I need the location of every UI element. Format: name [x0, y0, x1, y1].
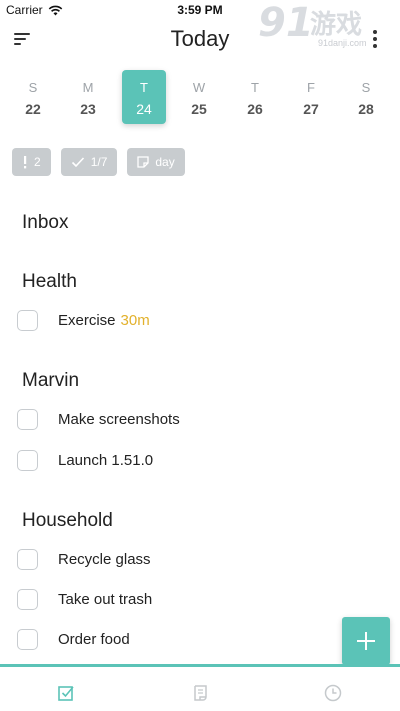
- day-letter: S: [361, 80, 371, 95]
- task-label: Order food: [58, 630, 130, 648]
- day-letter: T: [140, 80, 148, 95]
- header: Today: [0, 22, 400, 58]
- tab-bar: [0, 664, 400, 711]
- day-monday[interactable]: M 23: [66, 70, 110, 124]
- task-row[interactable]: Exercise 30m: [17, 309, 357, 331]
- task-label: Take out trash: [58, 590, 153, 608]
- clock-tab-icon: [324, 684, 342, 702]
- day-letter: M: [82, 80, 94, 95]
- day-letter: F: [307, 80, 315, 95]
- chip-label: 1/7: [90, 155, 108, 169]
- task-row[interactable]: Launch 1.51.0: [17, 449, 357, 471]
- task-checkbox[interactable]: [17, 408, 38, 430]
- day-letter: T: [251, 80, 259, 95]
- section-title-marvin: Marvin: [22, 370, 80, 391]
- day-number: 28: [358, 101, 374, 117]
- day-saturday[interactable]: S 28: [344, 70, 388, 124]
- tab-history[interactable]: [323, 683, 343, 703]
- day-thursday[interactable]: T 26: [233, 70, 277, 124]
- chip-label: day: [155, 155, 175, 169]
- priority-icon: [24, 155, 27, 168]
- day-wednesday[interactable]: W 25: [177, 70, 221, 124]
- task-row[interactable]: Make screenshots: [17, 408, 357, 430]
- task-checkbox[interactable]: [17, 309, 38, 331]
- page-title: Today: [170, 26, 230, 51]
- task-time-estimate: 30m: [120, 311, 150, 329]
- tab-tasks[interactable]: [57, 683, 77, 703]
- task-label: Make screenshots: [58, 410, 180, 428]
- chip-label: 2: [34, 155, 41, 169]
- day-number: 22: [25, 101, 41, 117]
- day-friday[interactable]: F 27: [289, 70, 333, 124]
- task-row[interactable]: Recycle glass: [17, 548, 357, 570]
- tab-backlog[interactable]: [190, 683, 210, 703]
- add-task-button[interactable]: [342, 617, 390, 665]
- day-note-chip[interactable]: day: [127, 148, 185, 176]
- checkbox-tab-icon: [58, 686, 74, 701]
- section-title-health: Health: [22, 271, 77, 292]
- task-checkbox[interactable]: [17, 588, 38, 610]
- task-checkbox[interactable]: [17, 449, 38, 471]
- task-label: Launch 1.51.0: [58, 451, 154, 469]
- task-checkbox[interactable]: [17, 548, 38, 570]
- day-letter: S: [28, 80, 38, 95]
- day-number: 23: [80, 101, 96, 117]
- task-row[interactable]: Take out trash: [17, 588, 357, 610]
- week-strip: S 22 M 23 T 24 W 25 T 26 F 27 S 28: [0, 70, 400, 126]
- section-title-inbox: Inbox: [22, 212, 69, 233]
- day-sunday[interactable]: S 22: [11, 70, 55, 124]
- task-label: Recycle glass: [58, 550, 151, 568]
- day-number: 25: [191, 101, 207, 117]
- day-number: 27: [303, 101, 319, 117]
- priority-filter-chip[interactable]: 2: [12, 148, 51, 176]
- task-checkbox[interactable]: [17, 628, 38, 650]
- task-row[interactable]: Order food: [17, 628, 357, 650]
- check-icon: [71, 157, 84, 168]
- day-letter: W: [192, 80, 206, 95]
- section-title-household: Household: [22, 510, 113, 531]
- note-icon: [137, 156, 150, 168]
- scroll-tab-icon: [194, 685, 207, 701]
- day-number: 26: [247, 101, 263, 117]
- day-tuesday-selected[interactable]: T 24: [122, 70, 166, 124]
- filter-chips: 2 1/7 day: [12, 148, 185, 176]
- day-number: 24: [136, 101, 152, 117]
- task-label: Exercise: [58, 311, 116, 329]
- completed-filter-chip[interactable]: 1/7: [60, 148, 118, 176]
- more-vertical-icon[interactable]: [372, 30, 378, 50]
